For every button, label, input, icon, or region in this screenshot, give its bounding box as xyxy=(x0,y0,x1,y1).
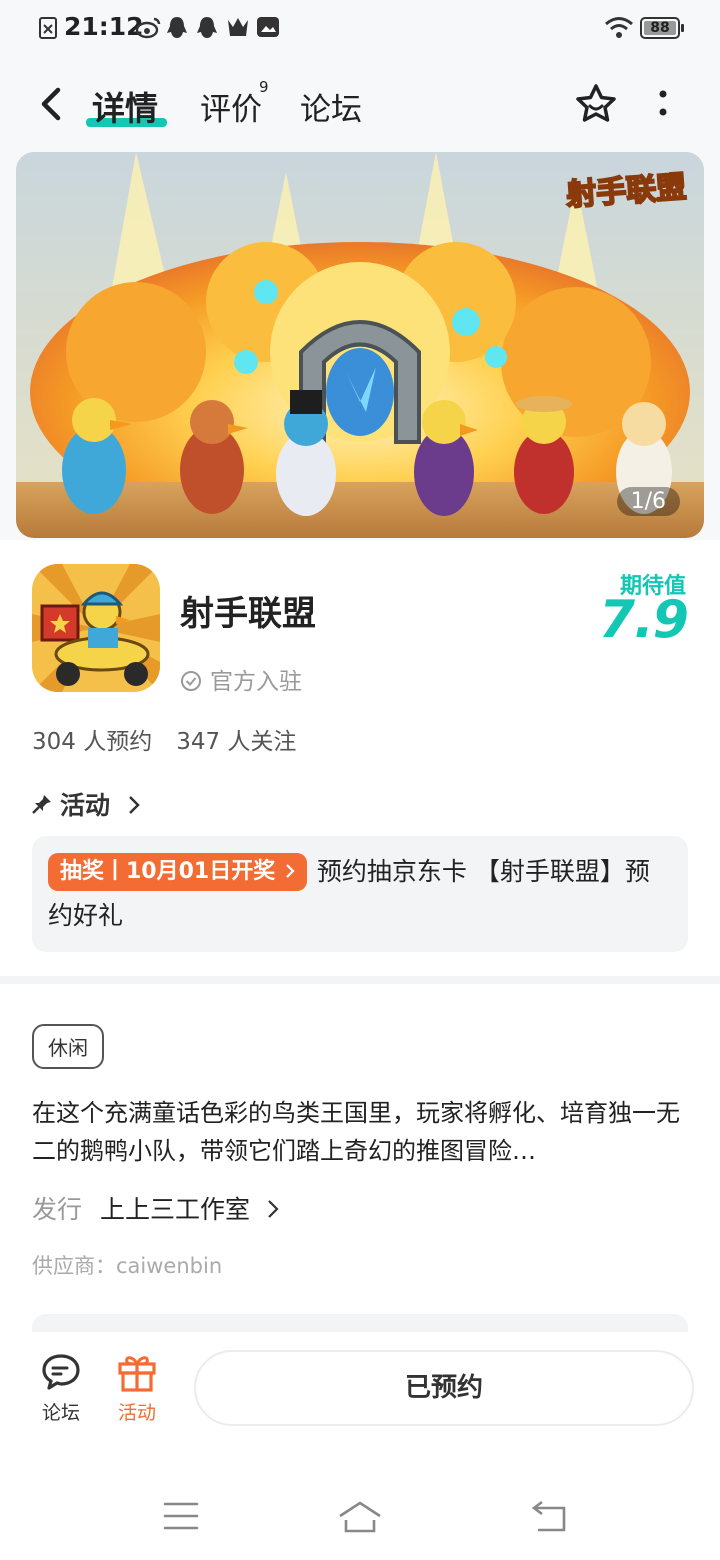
tab-reviews[interactable]: 评价 xyxy=(200,84,262,129)
carousel-counter: 1/6 xyxy=(616,487,680,516)
top-nav: 详情 评价 9 论坛 xyxy=(0,56,720,152)
game-description[interactable]: 在这个充满童话色彩的鸟类王国里，玩家将孵化、培育独一无二的鹅鸭小队，带领它们踏上… xyxy=(32,1094,692,1170)
qq-icon xyxy=(167,17,187,38)
system-navigation-bar xyxy=(0,1448,720,1560)
more-options-icon[interactable] xyxy=(648,84,678,124)
menu-icon[interactable] xyxy=(162,1500,200,1532)
weibo-icon xyxy=(136,17,161,39)
check-circle-icon xyxy=(181,671,201,691)
reserved-button[interactable]: 已预约 xyxy=(194,1350,694,1426)
publisher-label: 发行 xyxy=(32,1195,83,1224)
screenshot-carousel[interactable]: 射手联盟 1/6 xyxy=(16,152,704,538)
gift-icon xyxy=(118,1356,156,1392)
game-details-section: 休闲 在这个充满童话色彩的鸟类王国里，玩家将孵化、培育独一无二的鹅鸭小队，带领它… xyxy=(0,984,720,1332)
section-divider xyxy=(0,976,720,984)
wifi-icon xyxy=(605,17,633,38)
chat-bubble-icon xyxy=(42,1354,80,1390)
official-label: 官方入驻 xyxy=(210,669,302,695)
chevron-right-icon xyxy=(286,864,295,878)
expectation-score: 7.9 xyxy=(598,590,689,650)
bottom-action-bar: 论坛 活动 已预约 xyxy=(0,1332,720,1448)
clock: 21:12 xyxy=(64,12,144,41)
reservation-count: 304 人预约 xyxy=(32,729,153,755)
battery-icon: 88 xyxy=(640,17,684,39)
genre-tag[interactable]: 休闲 xyxy=(32,1024,104,1069)
forum-button-label: 论坛 xyxy=(41,1402,80,1424)
favorite-star-icon[interactable] xyxy=(574,82,618,126)
lottery-tag[interactable]: 抽奖丨10月01日开奖 xyxy=(48,853,307,891)
activity-button-label: 活动 xyxy=(117,1402,156,1424)
back-icon[interactable] xyxy=(530,1500,570,1534)
hero-section: 射手联盟 1/6 xyxy=(0,152,720,540)
forum-button[interactable]: 论坛 xyxy=(26,1350,96,1425)
crown-icon xyxy=(228,18,248,36)
follower-count: 347 人关注 xyxy=(176,729,297,755)
lottery-tag-label: 抽奖丨10月01日开奖 xyxy=(60,859,276,884)
chevron-right-icon xyxy=(268,1200,279,1218)
battery-level: 88 xyxy=(650,20,670,36)
activity-heading-label: 活动 xyxy=(60,791,111,820)
screenshot-notification-icon xyxy=(39,17,57,39)
pin-icon xyxy=(32,795,51,814)
reviews-count-badge: 9 xyxy=(259,78,269,96)
app-icon xyxy=(32,564,160,692)
publisher-row[interactable]: 发行 上上三工作室 xyxy=(32,1190,280,1226)
supplier-info: 供应商：caiwenbin xyxy=(32,1254,223,1278)
chevron-right-icon xyxy=(128,796,140,814)
tab-forum[interactable]: 论坛 xyxy=(300,84,362,129)
activity-card[interactable]: 抽奖丨10月01日开奖 预约抽京东卡 【射手联盟】预约好礼 xyxy=(32,836,688,952)
stats-row: 304 人预约 347 人关注 xyxy=(32,722,296,756)
next-section-card xyxy=(32,1314,688,1332)
gallery-icon xyxy=(257,17,279,37)
activity-button[interactable]: 活动 xyxy=(102,1350,172,1425)
tab-details[interactable]: 详情 xyxy=(92,82,158,130)
status-bar: 21:12 88 xyxy=(0,0,720,56)
activity-heading[interactable]: 活动 xyxy=(32,786,141,822)
home-icon[interactable] xyxy=(336,1500,384,1534)
publisher-name: 上上三工作室 xyxy=(100,1195,251,1224)
official-verified: 官方入驻 xyxy=(180,662,302,696)
back-arrow-icon[interactable] xyxy=(30,78,74,130)
app-title: 射手联盟 xyxy=(180,594,316,634)
banner-game-logo: 射手联盟 xyxy=(564,169,688,214)
app-info-section: 射手联盟 官方入驻 期待值 7.9 304 人预约 347 人关注 活动 抽奖丨1… xyxy=(0,540,720,976)
qq-icon-2 xyxy=(197,17,217,38)
